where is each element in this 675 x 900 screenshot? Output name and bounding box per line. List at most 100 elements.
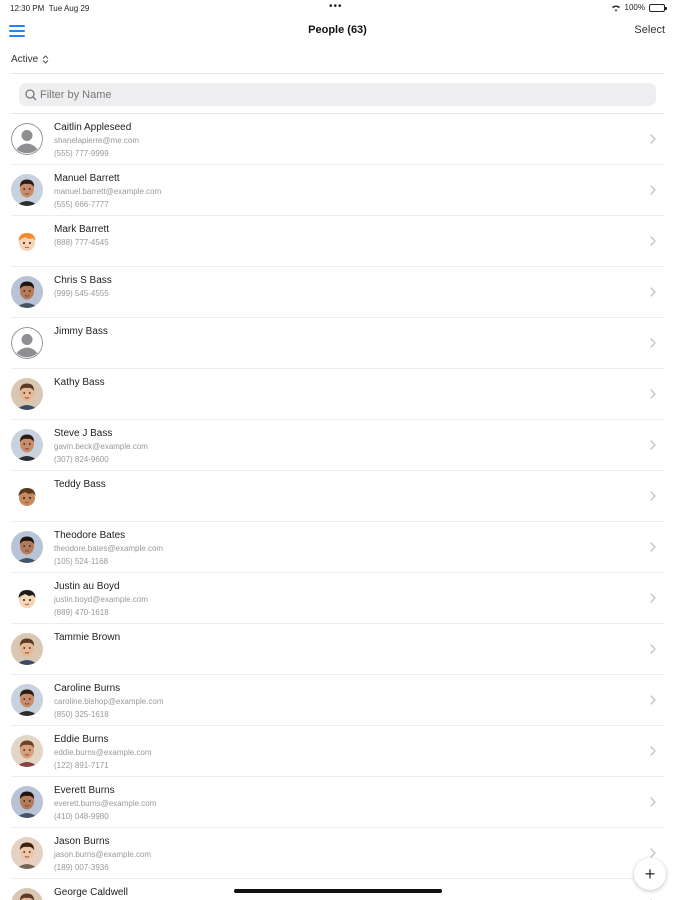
search-input[interactable] — [40, 88, 640, 101]
status-time: 12:30 PM Tue Aug 29 — [10, 4, 90, 13]
person-phone: (122) 891-7171 — [54, 761, 109, 770]
page-title: People (63) — [308, 24, 367, 36]
person-phone: (999) 545-4555 — [54, 289, 109, 298]
avatar — [11, 378, 43, 410]
person-row[interactable]: Caitlin Appleseed shanelapierre@me.com (55… — [11, 114, 664, 165]
person-phone: (555) 666-7777 — [54, 200, 109, 209]
person-email: shanelapierre@me.com — [54, 136, 140, 145]
avatar — [11, 786, 43, 818]
avatar — [11, 684, 43, 716]
chevron-right-icon — [648, 233, 658, 249]
person-name: Jason Burns — [54, 836, 110, 847]
avatar — [11, 276, 43, 308]
search-icon — [25, 88, 37, 100]
wifi-icon — [611, 4, 620, 11]
sort-arrows-icon — [42, 55, 49, 64]
chevron-right-icon — [648, 488, 658, 504]
person-row[interactable]: Tammie Brown — [11, 624, 664, 675]
avatar — [11, 480, 43, 512]
person-row[interactable]: Caroline Burns caroline.bishop@example.co… — [11, 675, 664, 726]
person-row[interactable]: Eddie Burns eddie.burns@example.com (122) … — [11, 726, 664, 777]
person-name: Caitlin Appleseed — [54, 122, 132, 133]
chevron-right-icon — [648, 743, 658, 759]
person-name: Everett Burns — [54, 785, 115, 796]
person-row[interactable]: Steve J Bass gavin.beck@example.com (307) … — [11, 420, 664, 471]
avatar — [11, 429, 43, 461]
person-phone: (307) 824-9600 — [54, 455, 109, 464]
person-name: Manuel Barrett — [54, 173, 120, 184]
person-row[interactable]: Everett Burns everett.burns@example.com (4… — [11, 777, 664, 828]
person-phone: (410) 048-9980 — [54, 812, 109, 821]
chevron-right-icon — [648, 335, 658, 351]
avatar — [11, 225, 43, 257]
person-email: justin.boyd@example.com — [54, 595, 148, 604]
person-email: jason.burns@example.com — [54, 850, 152, 859]
battery-icon — [649, 3, 667, 12]
person-email: eddie.burns@example.com — [54, 748, 152, 757]
battery-percent: 100% — [624, 3, 645, 12]
person-name: Kathy Bass — [54, 377, 105, 388]
person-row[interactable]: Theodore Bates theodore.bates@example.com… — [11, 522, 664, 573]
person-name: Eddie Burns — [54, 734, 109, 745]
status-filter-dropdown[interactable]: Active — [11, 54, 49, 65]
avatar — [11, 531, 43, 563]
person-phone: (888) 777-4545 — [54, 238, 109, 247]
person-name: Mark Barrett — [54, 224, 110, 235]
home-indicator[interactable] — [234, 889, 442, 893]
chevron-right-icon — [648, 386, 658, 402]
search-bar[interactable] — [19, 83, 656, 106]
avatar — [11, 735, 43, 767]
person-name: Jimmy Bass — [54, 326, 108, 337]
person-phone: (850) 325-1618 — [54, 710, 109, 719]
multitasking-dots[interactable]: ••• — [329, 1, 343, 12]
chevron-right-icon — [648, 794, 658, 810]
status-bar: 12:30 PM Tue Aug 29 ••• 100% — [0, 0, 675, 16]
chevron-right-icon — [648, 641, 658, 657]
avatar — [11, 633, 43, 665]
people-list: Caitlin Appleseed shanelapierre@me.com (55… — [0, 114, 675, 900]
person-name: Teddy Bass — [54, 479, 106, 490]
person-email: theodore.bates@example.com — [54, 544, 164, 553]
add-person-button[interactable]: + — [634, 858, 666, 890]
person-row[interactable]: Teddy Bass — [11, 471, 664, 522]
avatar — [11, 888, 43, 900]
chevron-right-icon — [648, 182, 658, 198]
person-name: Justin au Boyd — [54, 581, 120, 592]
person-email: caroline.bishop@example.com — [54, 697, 164, 706]
person-email: gavin.beck@example.com — [54, 442, 148, 451]
person-email: everett.burns@example.com — [54, 799, 157, 808]
person-row[interactable]: Manuel Barrett manuel.barrett@example.com… — [11, 165, 664, 216]
chevron-right-icon — [648, 896, 658, 900]
person-placeholder-icon — [11, 327, 43, 359]
person-phone: (555) 777-9999 — [54, 149, 109, 158]
person-email: manuel.barrett@example.com — [54, 187, 162, 196]
avatar — [11, 174, 43, 206]
person-name: Chris S Bass — [54, 275, 112, 286]
chevron-right-icon — [648, 539, 658, 555]
person-row[interactable]: Chris S Bass (999) 545-4555 — [11, 267, 664, 318]
person-name: Caroline Burns — [54, 683, 121, 694]
person-phone: (189) 007-3936 — [54, 863, 109, 872]
person-placeholder-icon — [11, 123, 43, 155]
person-row[interactable]: Kathy Bass — [11, 369, 664, 420]
person-row[interactable]: Justin au Boyd justin.boyd@example.com (88… — [11, 573, 664, 624]
person-name: Theodore Bates — [54, 530, 126, 541]
person-row[interactable]: Mark Barrett (888) 777-4545 — [11, 216, 664, 267]
navigation-bar: People (63) Select — [0, 16, 675, 46]
chevron-right-icon — [648, 284, 658, 300]
person-name: Steve J Bass — [54, 428, 113, 439]
avatar — [11, 582, 43, 614]
status-filter-label: Active — [11, 54, 39, 65]
person-name: Tammie Brown — [54, 632, 121, 643]
divider — [11, 73, 664, 74]
person-name: George Caldwell — [54, 887, 128, 898]
status-right: 100% — [611, 3, 667, 12]
chevron-right-icon — [648, 131, 658, 147]
person-row[interactable]: Jimmy Bass — [11, 318, 664, 369]
person-row[interactable]: Jason Burns jason.burns@example.com (189) … — [11, 828, 664, 879]
avatar — [11, 837, 43, 869]
select-button[interactable]: Select — [634, 24, 665, 36]
person-phone: (889) 470-1618 — [54, 608, 109, 617]
person-phone: (105) 524-1168 — [54, 557, 109, 566]
chevron-right-icon — [648, 590, 658, 606]
